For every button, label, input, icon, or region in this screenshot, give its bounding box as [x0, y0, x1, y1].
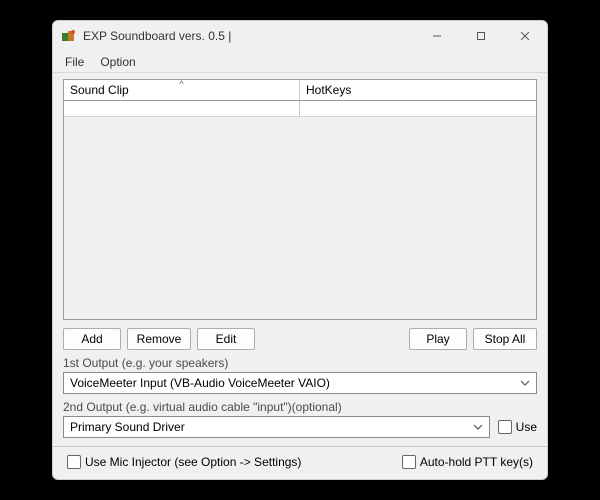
output2-label: 2nd Output (e.g. virtual audio cable "in… [63, 400, 537, 414]
close-button[interactable] [503, 21, 547, 51]
window-title: EXP Soundboard vers. 0.5 | [83, 29, 415, 43]
output1-select[interactable]: VoiceMeeter Input (VB-Audio VoiceMeeter … [63, 372, 537, 394]
mic-injector-option[interactable]: Use Mic Injector (see Option -> Settings… [67, 455, 301, 469]
footer-bar: Use Mic Injector (see Option -> Settings… [53, 446, 547, 479]
sort-indicator-icon: ^ [179, 79, 183, 89]
minimize-button[interactable] [415, 21, 459, 51]
action-buttons: Add Remove Edit Play Stop All [63, 328, 537, 350]
content-area: Sound Clip ^ HotKeys Add Remove Edit Pla… [53, 73, 547, 479]
col-sound-clip[interactable]: Sound Clip ^ [64, 80, 300, 100]
chevron-down-icon [473, 421, 483, 435]
menu-file[interactable]: File [57, 53, 92, 71]
chevron-down-icon [520, 377, 530, 391]
add-button[interactable]: Add [63, 328, 121, 350]
output1-value: VoiceMeeter Input (VB-Audio VoiceMeeter … [70, 376, 330, 390]
app-window: EXP Soundboard vers. 0.5 | File Option S… [52, 20, 548, 480]
play-button[interactable]: Play [409, 328, 467, 350]
output2-value: Primary Sound Driver [70, 420, 185, 434]
stopall-button[interactable]: Stop All [473, 328, 537, 350]
menu-option[interactable]: Option [92, 53, 143, 71]
edit-button[interactable]: Edit [197, 328, 255, 350]
use-output2[interactable]: Use [498, 420, 537, 434]
table-body[interactable] [63, 101, 537, 320]
use-label: Use [516, 420, 537, 434]
titlebar: EXP Soundboard vers. 0.5 | [53, 21, 547, 51]
menubar: File Option [53, 51, 547, 73]
remove-button[interactable]: Remove [127, 328, 191, 350]
table-row [64, 101, 536, 117]
autohold-label: Auto-hold PTT key(s) [420, 455, 533, 469]
maximize-button[interactable] [459, 21, 503, 51]
output1-label: 1st Output (e.g. your speakers) [63, 356, 537, 370]
col-hotkeys-label: HotKeys [306, 83, 351, 97]
col-sound-label: Sound Clip [70, 83, 129, 97]
output2-select[interactable]: Primary Sound Driver [63, 416, 490, 438]
mic-injector-checkbox[interactable] [67, 455, 81, 469]
col-hotkeys[interactable]: HotKeys [300, 80, 536, 100]
mic-injector-label: Use Mic Injector (see Option -> Settings… [85, 455, 301, 469]
window-controls [415, 21, 547, 51]
app-icon [61, 28, 77, 44]
autohold-option[interactable]: Auto-hold PTT key(s) [402, 455, 533, 469]
table-header: Sound Clip ^ HotKeys [63, 79, 537, 101]
autohold-checkbox[interactable] [402, 455, 416, 469]
use-checkbox[interactable] [498, 420, 512, 434]
